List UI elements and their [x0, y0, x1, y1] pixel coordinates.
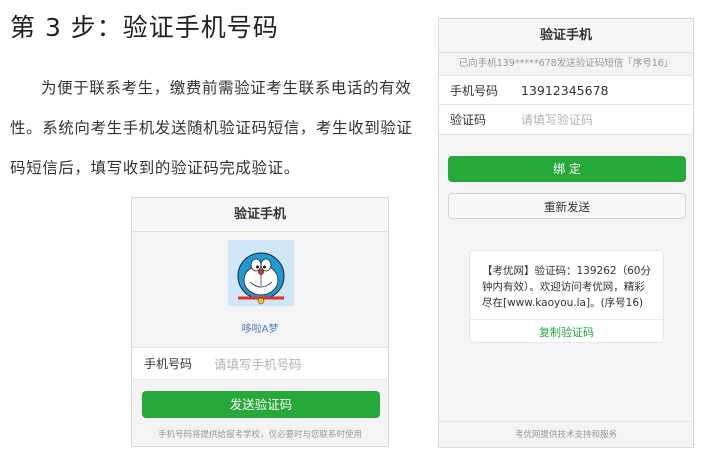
avatar-name: 哆啦A梦	[241, 324, 279, 335]
code-input[interactable]: 请填写验证码	[521, 111, 593, 128]
doraemon-avatar-icon	[228, 240, 294, 306]
screen-title: 验证手机	[439, 19, 693, 53]
phone-number-label: 手机号码	[144, 357, 193, 371]
verify-phone-screen-code: 验证手机 已向手机139*****678发送验证码短信「序号16」 手机号码 1…	[438, 18, 694, 448]
code-label: 验证码	[450, 113, 487, 127]
send-code-button[interactable]: 发送验证码	[142, 391, 380, 418]
resend-button[interactable]: 重新发送	[448, 193, 686, 219]
sms-message-card: 【考优网】验证码：139262（60分钟内有效）。欢迎访问考优网，精彩尽在[ww…	[469, 250, 664, 343]
profile-area: 哆啦A梦	[132, 232, 388, 347]
bind-button[interactable]: 绑 定	[448, 156, 686, 182]
code-row: 验证码 请填写验证码	[439, 105, 693, 135]
phone-number-label: 手机号码	[450, 83, 499, 98]
support-footer: 考优网提供技术支持和服务	[439, 421, 693, 447]
sms-sent-notice: 已向手机139*****678发送验证码短信「序号16」	[439, 53, 693, 75]
phone-number-value[interactable]: 13912345678	[521, 83, 608, 98]
phone-number-input[interactable]: 请填写手机号码	[214, 354, 302, 373]
step-heading: 第 3 步：验证手机号码	[10, 13, 279, 42]
verify-phone-screen-initial: 验证手机 哆啦A梦 手机号码 请填写手机号码 发送验证码 手机号码将提供给报考学	[131, 197, 389, 447]
step-description: 为便于联系考生，缴费前需验证考生联系电话的有效性。系统向考生手机发送随机验证码短…	[10, 79, 413, 177]
phone-number-row: 手机号码 13912345678	[439, 75, 693, 105]
avatar	[228, 240, 294, 306]
screen-title: 验证手机	[132, 198, 388, 232]
copy-code-link[interactable]: 复制验证码	[470, 319, 663, 344]
sms-message-text: 【考优网】验证码：139262（60分钟内有效）。欢迎访问考优网，精彩尽在[ww…	[482, 265, 651, 309]
privacy-footnote: 手机号码将提供给报考学校，仅必要时与您联系时使用	[157, 430, 362, 440]
phone-number-row: 手机号码 请填写手机号码	[132, 347, 388, 380]
